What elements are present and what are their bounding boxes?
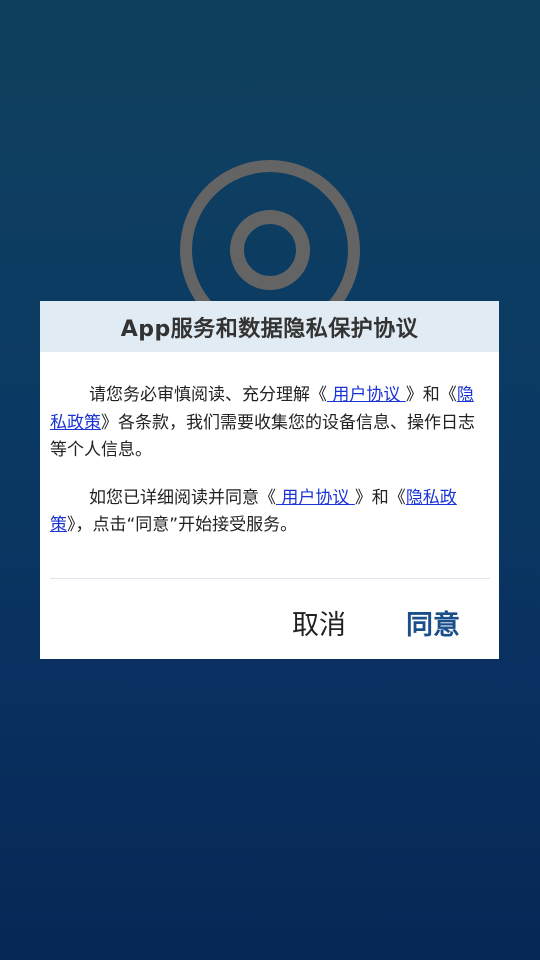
paragraph-text: 》，点击“同意”开始接受服务。 [67,515,298,535]
paragraph-text: 》和《 [354,487,406,508]
privacy-agreement-dialog: App服务和数据隐私保护协议 请您务必审慎阅读、充分理解《 用户协议 》和《隐私… [40,301,499,659]
dialog-body: 请您务必审慎阅读、充分理解《 用户协议 》和《隐私政策》各条款，我们需要收集您的… [40,352,499,540]
dialog-actions: 取消 同意 [40,579,499,659]
dialog-title: App服务和数据隐私保护协议 [120,316,419,342]
agreement-paragraph-2: 如您已详细阅读并同意《 用户协议 》和《隐私政策》，点击“同意”开始接受服务。 [50,485,489,540]
user-agreement-link[interactable]: 用户协议 [327,385,406,405]
paragraph-text: 》和《 [405,385,457,405]
paragraph-text: 》各条款，我们需要收集您的设备信息、操作日志等个人信息。 [50,412,475,461]
cancel-button[interactable]: 取消 [292,603,346,642]
agree-button[interactable]: 同意 [406,603,460,642]
paragraph-text: 如您已详细阅读并同意《 [89,487,276,508]
agreement-paragraph-1: 请您务必审慎阅读、充分理解《 用户协议 》和《隐私政策》各条款，我们需要收集您的… [50,382,489,465]
user-agreement-link[interactable]: 用户协议 [276,488,355,508]
dialog-header: App服务和数据隐私保护协议 [40,301,499,352]
paragraph-text: 请您务必审慎阅读、充分理解《 [89,385,327,405]
